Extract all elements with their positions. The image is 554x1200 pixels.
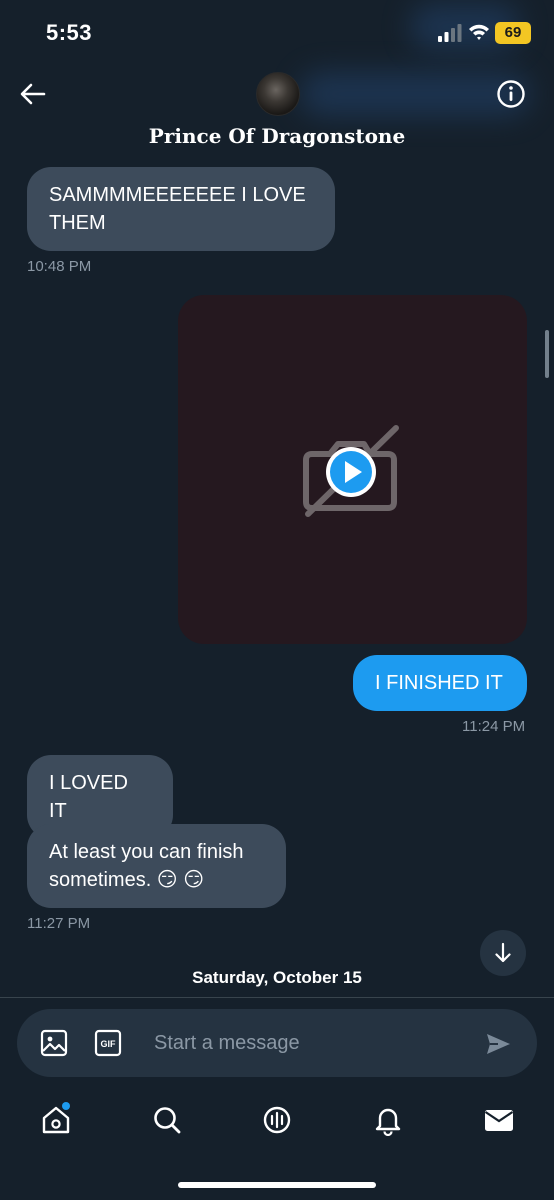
message-timestamp: 11:27 PM (27, 915, 91, 932)
avatar[interactable] (256, 72, 300, 116)
battery-indicator: 69 (495, 22, 531, 44)
info-icon[interactable] (496, 79, 526, 109)
message-bubble-sent[interactable]: I FINISHED IT (353, 655, 527, 711)
notifications-icon[interactable] (372, 1104, 404, 1136)
message-timestamp: 11:24 PM (462, 718, 526, 735)
back-arrow-icon[interactable] (18, 80, 48, 108)
gif-icon: GIF (94, 1029, 122, 1057)
wifi-icon (469, 24, 489, 40)
search-icon[interactable] (151, 1104, 183, 1136)
message-input[interactable] (148, 1022, 468, 1064)
send-icon[interactable] (484, 1030, 512, 1058)
gif-label: GIF (101, 1039, 117, 1049)
home-indicator[interactable] (178, 1182, 376, 1188)
image-icon[interactable] (40, 1029, 68, 1057)
spaces-icon[interactable] (261, 1104, 293, 1136)
message-bubble-received[interactable]: SAMMMMEEEEEEE I LOVE THEM (27, 167, 335, 251)
contact-name[interactable]: Prince Of Dragonstone (0, 124, 554, 148)
cell-signal-icon (438, 24, 462, 42)
play-video-icon[interactable] (300, 422, 400, 518)
divider (0, 997, 554, 998)
gif-button[interactable]: GIF (94, 1029, 122, 1057)
message-bubble-received[interactable]: At least you can finish sometimes. 😏 😏 (27, 824, 286, 908)
notification-badge (62, 1102, 70, 1110)
date-separator: Saturday, October 15 (192, 968, 362, 987)
messages-icon[interactable] (483, 1104, 515, 1136)
scrollbar-thumb[interactable] (545, 330, 549, 378)
status-time: 5:53 (46, 20, 93, 45)
message-timestamp: 10:48 PM (27, 258, 92, 275)
